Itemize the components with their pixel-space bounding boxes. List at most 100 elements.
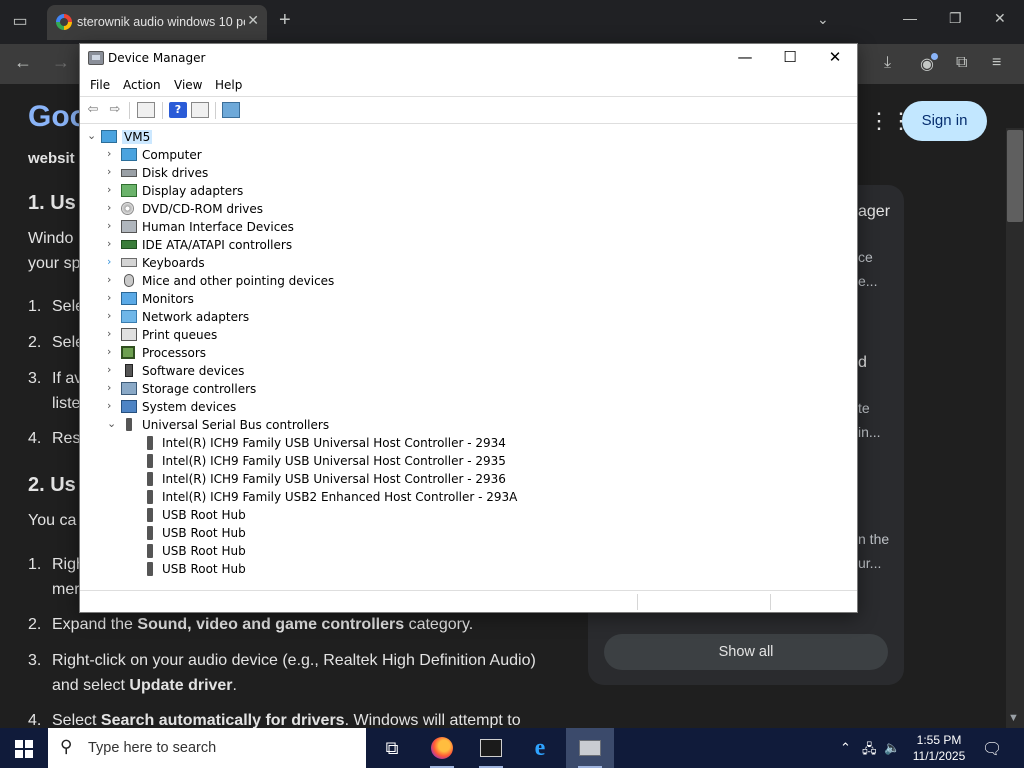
device-manager-icon: [88, 51, 104, 65]
device-manager-window: Device Manager — ☐ ✕ File Action View He…: [79, 43, 858, 613]
sign-in-button[interactable]: Sign in: [902, 101, 987, 141]
help-icon[interactable]: ?: [169, 102, 187, 118]
tree-root-label: VM5: [122, 130, 153, 144]
dm-maximize-button[interactable]: ☐: [775, 48, 805, 66]
page-scrollbar-thumb[interactable]: [1007, 130, 1023, 222]
chevron-down-icon[interactable]: ⌄: [87, 129, 97, 142]
article-list-item: 4. Select Search automatically for driver…: [28, 712, 521, 728]
usb-icon: [147, 544, 153, 558]
back-arrow-icon[interactable]: ⇦: [84, 102, 102, 118]
toolbar-separator: [215, 102, 216, 119]
back-arrow-icon[interactable]: ←: [14, 52, 32, 73]
chevron-right-icon[interactable]: ›: [107, 183, 117, 196]
article-list-item: 3. Right-click on your audio device (e.g.…: [28, 652, 536, 669]
clock-date: 11/1/2025: [912, 749, 966, 763]
usb-icon: [147, 436, 153, 450]
chevron-down-icon[interactable]: ⌄: [107, 417, 117, 430]
start-button[interactable]: [0, 728, 48, 768]
side-snippet-title[interactable]: d: [858, 354, 867, 372]
volume-muted-icon[interactable]: 🔈: [884, 740, 900, 756]
chevron-right-icon[interactable]: ›: [107, 237, 117, 250]
taskbar-search-input[interactable]: ⚲ Type here to search: [48, 728, 366, 768]
chevron-right-icon[interactable]: ›: [107, 399, 117, 412]
status-divider: [637, 594, 638, 610]
forward-arrow-icon[interactable]: →: [52, 52, 70, 73]
article-list-item: mer: [52, 581, 80, 598]
profile-notification-dot: [931, 53, 938, 60]
menu-view[interactable]: View: [174, 78, 202, 92]
hid-icon: [121, 220, 137, 233]
properties-icon[interactable]: [191, 102, 209, 118]
taskbar-clock[interactable]: 1:55 PM 11/1/2025: [906, 732, 972, 764]
scroll-down-arrow-icon[interactable]: ▼: [1008, 712, 1019, 724]
article-list-item: 2. Expand the Sound, video and game contr…: [28, 616, 474, 633]
menu-help[interactable]: Help: [215, 78, 242, 92]
usb-icon: [126, 418, 132, 431]
browser-menu-icon[interactable]: ≡: [992, 54, 1001, 72]
dm-titlebar[interactable]: Device Manager — ☐ ✕: [80, 44, 857, 74]
network-icon[interactable]: 🖧: [862, 740, 877, 762]
chevron-right-icon[interactable]: ›: [107, 345, 117, 358]
tab-title: sterownik audio windows 10 po: [77, 15, 245, 29]
chevron-right-icon[interactable]: ›: [107, 363, 117, 376]
extensions-icon[interactable]: ⧉: [956, 54, 967, 72]
notification-center-icon[interactable]: 🗨: [982, 739, 1002, 759]
chevron-right-icon[interactable]: ›: [107, 219, 117, 232]
side-snippet-text: te: [858, 400, 870, 416]
toolbar-separator: [162, 102, 163, 119]
computer-icon: [101, 130, 117, 143]
article-list-item: 3. If av: [28, 370, 83, 387]
browser-minimize-button[interactable]: —: [903, 10, 917, 26]
chevron-right-icon[interactable]: ›: [107, 147, 117, 160]
side-snippet-title[interactable]: ager: [858, 203, 890, 221]
chevron-right-icon[interactable]: ›: [107, 291, 117, 304]
forward-arrow-icon[interactable]: ⇨: [106, 102, 124, 118]
usb-icon: [147, 562, 153, 576]
chevron-right-icon[interactable]: ›: [107, 165, 117, 178]
tray-overflow-chevron-icon[interactable]: ⌃: [840, 740, 851, 756]
chevron-right-icon[interactable]: ›: [107, 309, 117, 322]
ide-controller-icon: [121, 240, 137, 249]
internet-explorer-icon[interactable]: e: [516, 728, 564, 768]
menu-file[interactable]: File: [90, 78, 110, 92]
status-divider: [770, 594, 771, 610]
monitor-icon: [121, 292, 137, 305]
download-icon[interactable]: ⤓: [884, 54, 891, 72]
browser-tab[interactable]: sterownik audio windows 10 po ✕: [47, 5, 267, 40]
browser-restore-button[interactable]: ❐: [949, 10, 962, 27]
article-list-item: 2. Sele: [28, 334, 85, 351]
scan-hardware-changes-icon[interactable]: [222, 102, 240, 118]
chevron-right-icon[interactable]: ›: [107, 327, 117, 340]
windows-logo-icon: [15, 750, 23, 758]
system-device-icon: [121, 400, 137, 413]
tab-search-icon[interactable]: ▭: [6, 8, 34, 36]
article-text: You ca: [28, 512, 77, 529]
device-manager-taskbar-icon[interactable]: [566, 728, 614, 768]
chevron-right-icon[interactable]: ›: [107, 273, 117, 286]
terminal-icon[interactable]: [467, 728, 515, 768]
printer-icon: [121, 328, 137, 341]
tab-close-icon[interactable]: ✕: [247, 12, 259, 29]
chevron-right-icon[interactable]: ›: [107, 201, 117, 214]
article-list-item: liste: [52, 395, 81, 412]
new-tab-button[interactable]: +: [279, 9, 291, 32]
menu-action[interactable]: Action: [123, 78, 161, 92]
firefox-icon[interactable]: [418, 728, 466, 768]
windows-logo-icon: [25, 750, 33, 758]
disk-drive-icon: [121, 169, 137, 177]
dm-window-title: Device Manager: [108, 51, 206, 65]
show-hide-console-tree-icon[interactable]: [137, 102, 155, 118]
chevron-right-icon[interactable]: ›: [107, 381, 117, 394]
dm-minimize-button[interactable]: —: [730, 48, 760, 66]
dm-close-button[interactable]: ✕: [820, 48, 850, 66]
side-snippet-text: e...: [858, 273, 878, 289]
clock-time: 1:55 PM: [916, 733, 962, 747]
show-all-button[interactable]: Show all: [604, 634, 888, 670]
storage-controller-icon: [121, 382, 137, 395]
chevron-right-icon[interactable]: ›: [107, 255, 117, 268]
tab-list-chevron-icon[interactable]: ⌄: [817, 11, 829, 28]
browser-close-button[interactable]: ✕: [994, 10, 1006, 27]
task-view-icon[interactable]: ⧉: [368, 728, 416, 768]
usb-icon: [147, 526, 153, 540]
article-text: websit: [28, 150, 75, 167]
